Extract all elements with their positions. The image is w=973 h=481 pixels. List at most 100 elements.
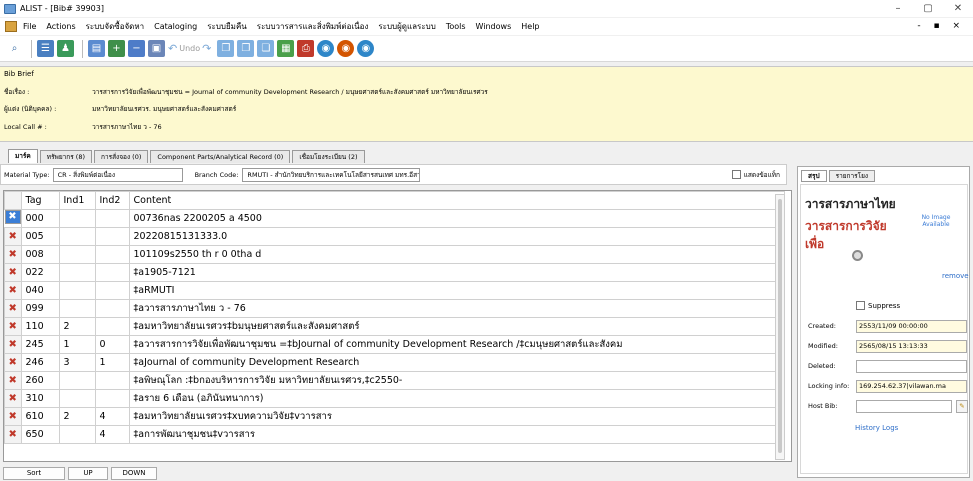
marc-row[interactable]: ✖ 000 00736nas 2200205 a 4500 (4, 209, 785, 228)
menu-cataloging[interactable]: Cataloging (154, 22, 197, 31)
menu-serials[interactable]: ระบบวารสารและสิ่งพิมพ์ต่อเนื่อง (257, 20, 369, 33)
marc-row[interactable]: ✖ 245 1 0 ‡aวารสารการวิจัยเพื่อพัฒนาชุมชน =‡… (4, 335, 785, 354)
marc-row[interactable]: ✖ 040 ‡aRMUTI (4, 281, 785, 300)
marc-ind2-cell[interactable]: 1 (94, 353, 130, 372)
marc-ind2-cell[interactable] (94, 245, 130, 264)
webcam-icon[interactable] (852, 250, 863, 261)
paste-icon[interactable]: ❏ (257, 40, 275, 57)
col-ind2-header[interactable]: Ind2 (94, 191, 130, 210)
marc-ind1-cell[interactable] (58, 227, 96, 246)
branch-code-select[interactable]: RMUTI - สำนักวิทยบริการและเทคโนโลยีสารสน… (242, 167, 421, 182)
marc-content-cell[interactable]: ‡aมหาวิทยาลัยนเรศวร‡xบทความวิจัย‡vวารสาร (128, 407, 785, 426)
users-icon[interactable]: ♟ (57, 40, 74, 57)
show-tags-checkbox[interactable]: แสดงข้อแท็ก (731, 170, 780, 180)
add-icon[interactable]: + (108, 40, 125, 57)
marc-tag-cell[interactable]: 005 (20, 227, 60, 246)
marc-ind1-cell[interactable]: 2 (58, 317, 96, 336)
copy-multi-icon[interactable]: ❐ (237, 40, 255, 57)
history-logs-link[interactable]: History Logs (855, 424, 898, 432)
material-type-select[interactable]: CR - สิ่งพิมพ์ต่อเนื่อง (52, 167, 183, 182)
marc-tag-cell[interactable]: 008 (20, 245, 60, 264)
marc-row[interactable]: ✖ 110 2 ‡aมหาวิทยาลัยนเรศวร‡bมนุษยศาสตร์และ… (4, 317, 785, 336)
marc-ind2-cell[interactable] (94, 371, 130, 390)
marc-ind2-cell[interactable]: 0 (94, 335, 130, 354)
marc-ind2-cell[interactable] (94, 299, 130, 318)
marc-ind1-cell[interactable] (58, 371, 96, 390)
host-bib-input[interactable] (856, 400, 952, 413)
delete-row-icon[interactable]: ✖ (4, 245, 22, 264)
search-icon[interactable]: ⌕ (6, 40, 23, 57)
marc-content-cell[interactable]: 20220815131333.0 (128, 227, 785, 246)
down-button[interactable]: DOWN (111, 466, 157, 480)
marc-content-cell[interactable]: ‡aRMUTI (128, 281, 785, 300)
up-button[interactable]: UP (68, 466, 108, 480)
marc-content-cell[interactable]: ‡aวารสารการวิจัยเพื่อพัฒนาชุมชน =‡bJourn… (128, 335, 785, 354)
marc-ind2-cell[interactable] (94, 389, 130, 408)
print-icon[interactable]: ⎙ (297, 40, 315, 57)
tab-items[interactable]: ทรัพยากร (8) (39, 150, 93, 163)
marc-content-cell[interactable]: ‡aพิษณุโลก :‡bกองบริหารการวิจัย มหาวิทยา… (128, 371, 785, 390)
marc-content-cell[interactable]: ‡aการพัฒนาชุมชน‡vวารสาร (128, 425, 785, 444)
marc-row[interactable]: ✖ 310 ‡aราย 6 เดือน (อภินันทนาการ) (4, 389, 785, 408)
marc-row[interactable]: ✖ 246 3 1 ‡aJournal of community Development… (4, 353, 785, 372)
save-icon[interactable]: ▣ (148, 40, 165, 57)
globe-icon[interactable]: ◉ (317, 40, 335, 57)
new-record-icon[interactable]: ▤ (88, 40, 105, 57)
marc-ind1-cell[interactable] (58, 281, 96, 300)
marc-content-cell[interactable]: ‡aมหาวิทยาลัยนเรศวร‡bมนุษยศาสตร์และสังคม… (128, 317, 785, 336)
marc-tag-cell[interactable]: 650 (20, 425, 60, 444)
marc-content-cell[interactable]: 101109s2550 th r 0 0tha d (128, 245, 785, 264)
marc-tag-cell[interactable]: 246 (20, 353, 60, 372)
delete-row-icon[interactable]: ✖ (4, 335, 22, 354)
marc-ind2-cell[interactable]: 4 (94, 407, 130, 426)
delete-row-icon[interactable]: ✖ (4, 389, 22, 408)
marc-ind2-cell[interactable] (94, 209, 130, 228)
tab-holds[interactable]: การสั่งจอง (0) (94, 150, 149, 163)
col-content-header[interactable]: Content (128, 191, 785, 210)
delete-row-icon[interactable]: ✖ (4, 210, 21, 224)
marc-ind2-cell[interactable] (94, 317, 130, 336)
undo-button[interactable]: ↶ Undo ↷ (168, 42, 211, 55)
marc-ind1-cell[interactable] (58, 209, 96, 228)
marc-row[interactable]: ✖ 005 20220815131333.0 (4, 227, 785, 246)
tab-summary[interactable]: สรุป (801, 170, 827, 182)
delete-row-icon[interactable]: ✖ (4, 425, 22, 444)
marc-ind1-cell[interactable]: 1 (58, 335, 96, 354)
remove-image-link[interactable]: remove (942, 272, 969, 280)
tab-linked-items[interactable]: รายการโยง (828, 170, 876, 182)
table-icon[interactable]: ▦ (277, 40, 295, 57)
marc-ind2-cell[interactable]: 4 (94, 425, 130, 444)
menu-file[interactable]: File (23, 22, 36, 31)
marc-row[interactable]: ✖ 022 ‡a1905-7121 (4, 263, 785, 282)
menu-actions[interactable]: Actions (46, 22, 75, 31)
marc-row[interactable]: ✖ 650 4 ‡aการพัฒนาชุมชน‡vวารสาร (4, 425, 785, 444)
delete-row-icon[interactable]: ✖ (4, 263, 22, 282)
marc-tag-cell[interactable]: 022 (20, 263, 60, 282)
grid-vertical-scrollbar[interactable] (775, 194, 785, 460)
delete-row-icon[interactable]: ✖ (4, 407, 22, 426)
marc-tag-cell[interactable]: 610 (20, 407, 60, 426)
tab-marc[interactable]: มาร์ค (8, 149, 38, 163)
marc-tag-cell[interactable]: 260 (20, 371, 60, 390)
marc-content-cell[interactable]: ‡a1905-7121 (128, 263, 785, 282)
marc-row[interactable]: ✖ 099 ‡aวารสารภาษาไทย ว - 76 (4, 299, 785, 318)
col-tag-header[interactable]: Tag (20, 191, 60, 210)
delete-row-icon[interactable]: ✖ (4, 317, 22, 336)
host-bib-search-icon[interactable]: ✎ (956, 400, 968, 413)
menu-windows[interactable]: Windows (476, 22, 512, 31)
delete-row-icon[interactable]: ✖ (4, 353, 22, 372)
marc-content-cell[interactable]: ‡aJournal of community Development Resea… (128, 353, 785, 372)
marc-tag-cell[interactable]: 000 (20, 209, 60, 228)
sync-icon[interactable]: ◉ (357, 40, 375, 57)
marc-ind1-cell[interactable]: 3 (58, 353, 96, 372)
marc-content-cell[interactable]: ‡aราย 6 เดือน (อภินันทนาการ) (128, 389, 785, 408)
minimize-button[interactable]: – (883, 0, 913, 17)
delete-row-icon[interactable]: ✖ (4, 299, 22, 318)
marc-ind1-cell[interactable] (58, 299, 96, 318)
scrollbar-thumb[interactable] (778, 199, 782, 453)
maximize-button[interactable]: ▢ (913, 0, 943, 17)
marc-content-cell[interactable]: 00736nas 2200205 a 4500 (128, 209, 785, 228)
marc-tag-cell[interactable]: 310 (20, 389, 60, 408)
copy-icon[interactable]: ❐ (217, 40, 235, 57)
menu-help[interactable]: Help (521, 22, 539, 31)
